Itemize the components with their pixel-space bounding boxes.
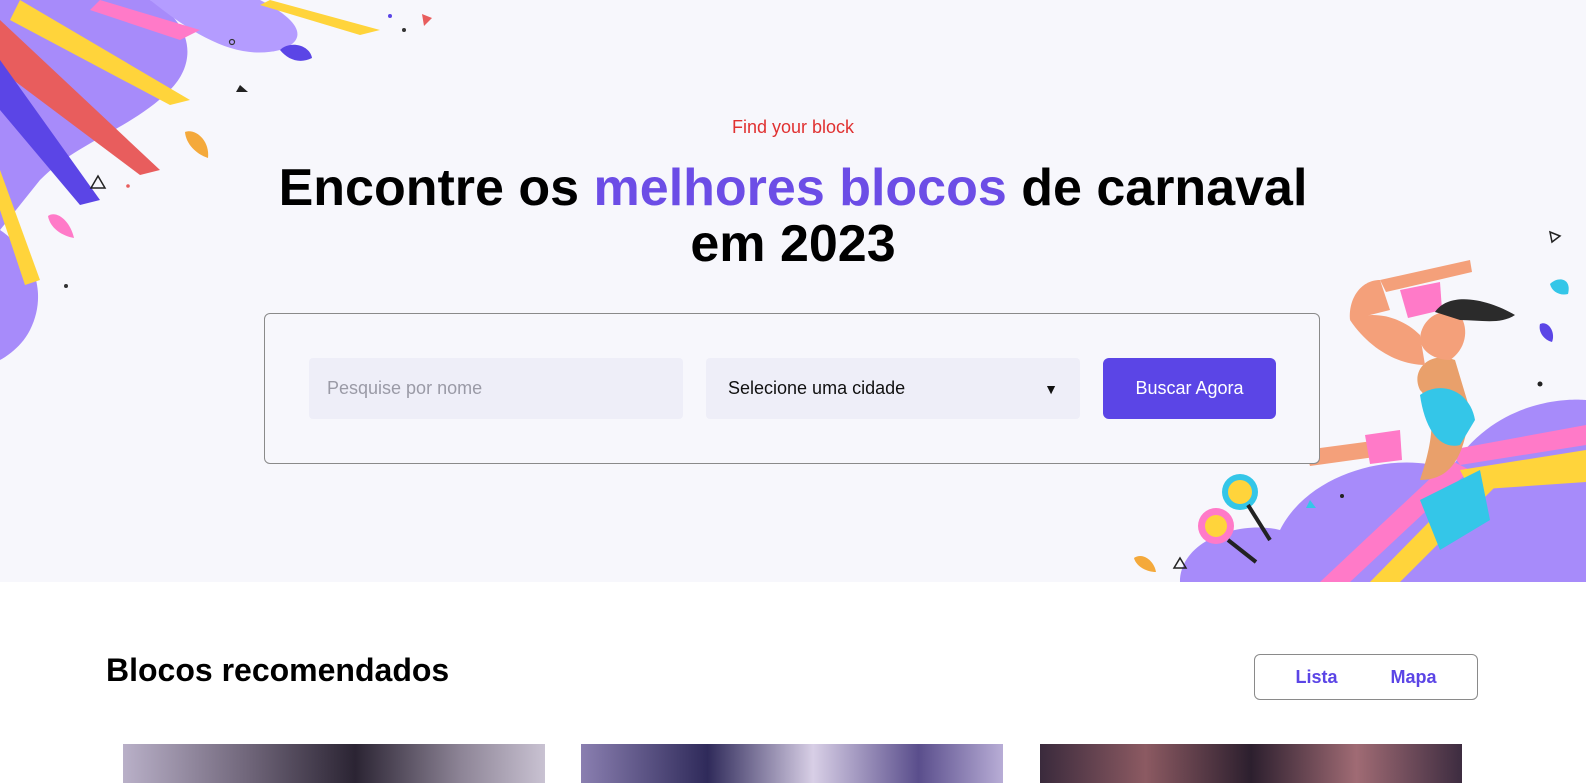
page: Find your block Encontre os melhores blo… bbox=[0, 0, 1586, 783]
city-select[interactable]: Selecione uma cidade ▼ bbox=[706, 358, 1080, 419]
hero-headline: Encontre os melhores blocos de carnaval … bbox=[260, 160, 1326, 272]
hero-section: Find your block Encontre os melhores blo… bbox=[0, 0, 1586, 582]
search-card: Selecione uma cidade ▼ Buscar Agora bbox=[264, 313, 1320, 464]
city-select-value: Selecione uma cidade bbox=[728, 378, 906, 398]
view-toggle: Lista Mapa bbox=[1254, 654, 1478, 700]
search-button[interactable]: Buscar Agora bbox=[1103, 358, 1276, 419]
search-input[interactable] bbox=[309, 358, 683, 419]
headline-accent: melhores blocos bbox=[593, 159, 1007, 217]
chevron-down-icon: ▼ bbox=[1044, 380, 1058, 397]
recommended-title: Blocos recomendados bbox=[106, 652, 450, 688]
block-card-image[interactable] bbox=[581, 744, 1003, 783]
block-card-image[interactable] bbox=[123, 744, 545, 783]
block-card-image[interactable] bbox=[1040, 744, 1462, 783]
list-view-button[interactable]: Lista bbox=[1295, 667, 1337, 688]
hero-eyebrow: Find your block bbox=[731, 117, 855, 137]
map-view-button[interactable]: Mapa bbox=[1390, 667, 1436, 688]
headline-text-start: Encontre os bbox=[278, 159, 594, 217]
